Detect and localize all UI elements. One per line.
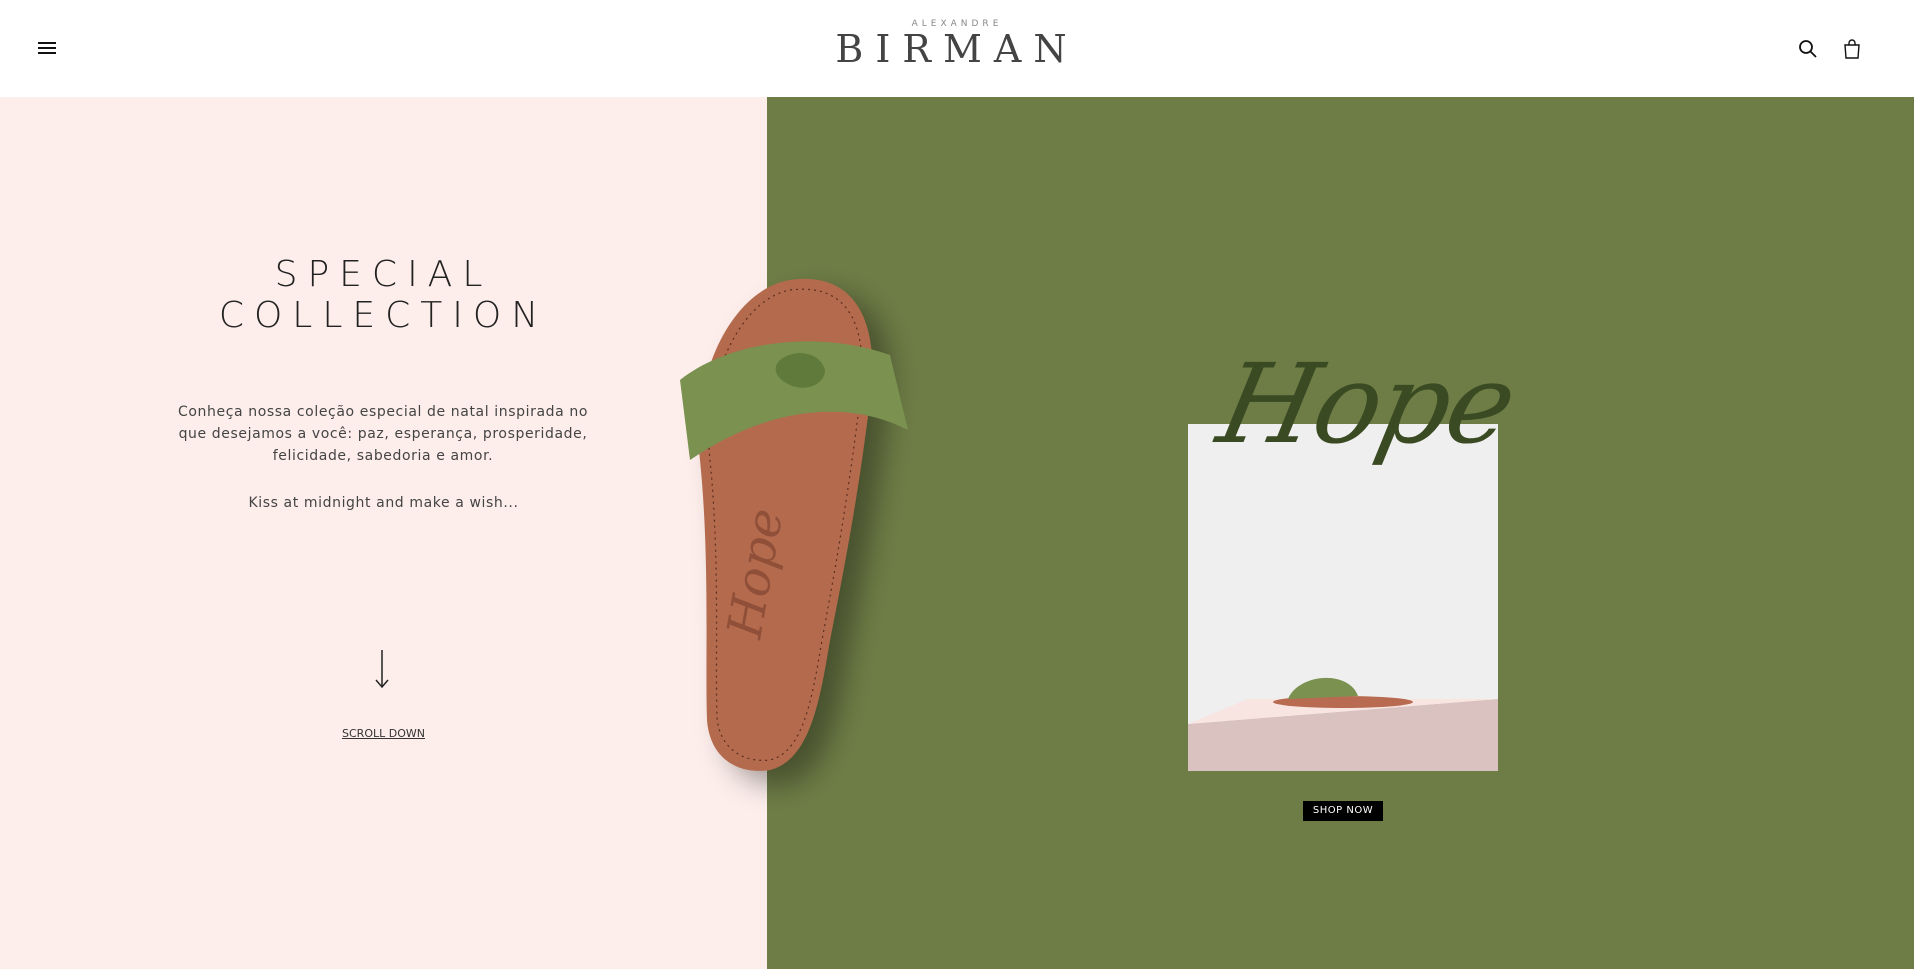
product-image [1188,424,1498,771]
header-actions [1798,38,1862,60]
product-script-title: Hope [1208,340,1526,468]
collection-description: Conheça nossa coleção especial de natal … [178,404,588,464]
title-line-2: COLLECTION [218,295,549,336]
scroll-down-link[interactable]: SCROLL DOWN [0,727,767,740]
shop-now-button[interactable]: SHOP NOW [1303,801,1383,821]
title-line-1: SPECIAL [274,254,493,295]
search-icon[interactable] [1798,38,1818,60]
menu-icon[interactable] [38,40,56,58]
arrow-down-icon[interactable] [371,650,393,690]
sandal-image: Hope [680,278,908,771]
collection-title: SPECIAL COLLECTION [0,254,767,336]
hero-left-panel [0,97,767,969]
site-header: ALEXANDRE BIRMAN [0,0,1914,97]
product-card[interactable] [1188,424,1498,771]
bag-icon[interactable] [1842,38,1862,60]
collection-tagline: Kiss at midnight and make a wish... [248,495,519,511]
brand-logo[interactable]: ALEXANDRE BIRMAN [835,19,1078,71]
logo-title: BIRMAN [835,27,1079,71]
